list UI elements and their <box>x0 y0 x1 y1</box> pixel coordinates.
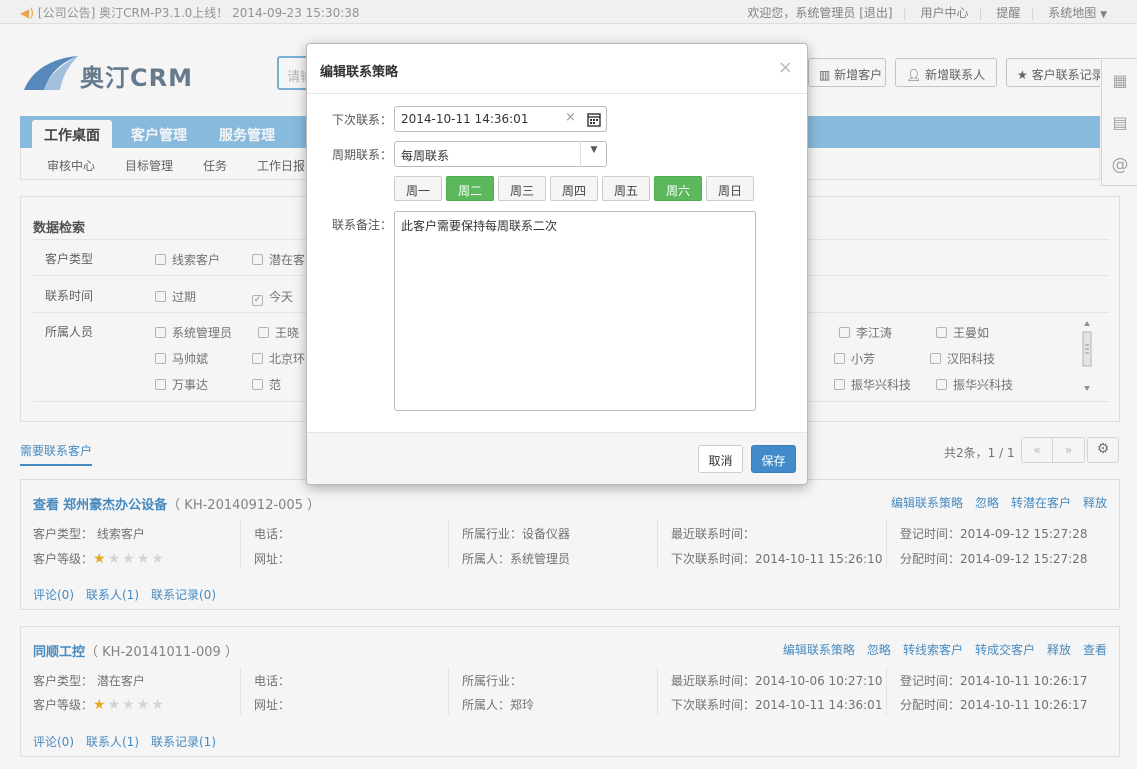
weekday-toggle[interactable]: 周六 <box>654 176 702 201</box>
calendar-button[interactable] <box>581 106 607 132</box>
clear-icon[interactable]: × <box>565 110 576 125</box>
weekday-toggle[interactable]: 周五 <box>602 176 650 201</box>
cycle-label: 周期联系： <box>332 148 393 162</box>
close-icon[interactable]: × <box>778 57 793 78</box>
remark-textarea[interactable]: 此客户需要保持每周联系二次 <box>394 211 756 411</box>
save-button[interactable]: 保存 <box>751 445 796 473</box>
dialog-header: 编辑联系策略 × <box>307 44 807 94</box>
calendar-icon <box>587 113 601 127</box>
weekday-toggle[interactable]: 周四 <box>550 176 598 201</box>
next-contact-label: 下次联系： <box>332 113 393 127</box>
remark-label: 联系备注： <box>332 218 393 232</box>
edit-contact-strategy-dialog: 编辑联系策略 × 下次联系： 2014-10-11 14:36:01 × 周期联… <box>306 43 808 485</box>
cancel-button[interactable]: 取消 <box>698 445 743 473</box>
weekday-toggle[interactable]: 周一 <box>394 176 442 201</box>
weekday-toggle[interactable]: 周三 <box>498 176 546 201</box>
dialog-title: 编辑联系策略 <box>320 65 399 80</box>
cycle-select[interactable]: 每周联系 <box>394 141 607 167</box>
dialog-footer: 取消 保存 <box>307 432 807 484</box>
chevron-down-icon[interactable]: ▼ <box>580 141 607 167</box>
weekday-toggle[interactable]: 周日 <box>706 176 754 201</box>
weekday-toggle[interactable]: 周二 <box>446 176 494 201</box>
